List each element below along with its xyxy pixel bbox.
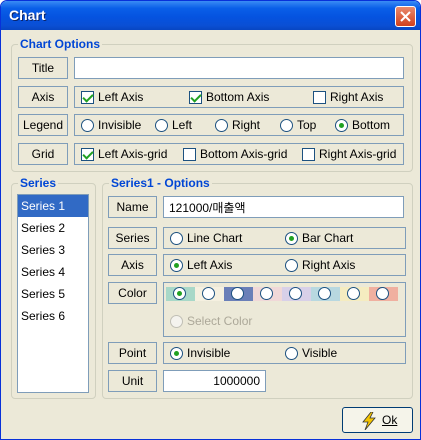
ok-button-label: Ok <box>382 413 398 427</box>
color-label: Color <box>108 282 157 304</box>
series-list-item-5[interactable]: Series 5 <box>18 283 88 305</box>
checkbox-unchecked-icon <box>183 148 196 161</box>
radio-selected-icon <box>170 347 183 360</box>
series-axis-label: Axis <box>108 254 157 276</box>
radio-selected-icon <box>170 259 183 272</box>
title-bar[interactable]: Chart <box>1 1 420 30</box>
point-label: Point <box>108 342 157 364</box>
name-label: Name <box>108 196 157 218</box>
series-name-input[interactable] <box>163 196 404 218</box>
color-swatch-8[interactable] <box>369 287 398 301</box>
radio-icon <box>231 287 244 300</box>
unit-input[interactable] <box>163 370 266 392</box>
radio-icon <box>285 347 298 360</box>
radio-icon <box>280 119 293 132</box>
radio-icon <box>318 287 331 300</box>
radio-icon <box>81 119 94 132</box>
radio-icon <box>215 119 228 132</box>
series-list-item-1[interactable]: Series 1 <box>18 195 88 217</box>
color-swatch-2[interactable] <box>195 287 224 301</box>
series-options-legend: Series1 - Options <box>109 176 212 190</box>
checkbox-checked-icon <box>81 148 94 161</box>
radio-icon <box>289 287 302 300</box>
series-list-item-6[interactable]: Series 6 <box>18 305 88 327</box>
radio-selected-icon <box>173 287 186 300</box>
series-type-label: Series <box>108 227 157 249</box>
series-list-item-3[interactable]: Series 3 <box>18 239 88 261</box>
series-list-item-2[interactable]: Series 2 <box>18 217 88 239</box>
checkbox-checked-icon <box>189 91 202 104</box>
lightning-icon <box>362 412 376 430</box>
color-swatch-3[interactable] <box>224 287 253 301</box>
point-row: Invisible Visible <box>163 342 406 364</box>
close-icon <box>400 11 411 22</box>
ok-button[interactable]: Ok <box>342 407 413 433</box>
radio-icon <box>202 287 215 300</box>
chart-options-legend: Chart Options <box>18 37 102 51</box>
legend-label: Legend <box>18 114 68 136</box>
color-swatch-1[interactable] <box>166 287 195 301</box>
radio-selected-icon <box>335 119 348 132</box>
checkbox-unchecked-icon <box>313 91 326 104</box>
color-swatch-4[interactable] <box>253 287 282 301</box>
color-swatch-5[interactable] <box>282 287 311 301</box>
radio-disabled-icon <box>170 315 183 328</box>
axis-label: Axis <box>18 86 68 108</box>
close-button[interactable] <box>395 6 416 27</box>
color-swatch-7[interactable] <box>340 287 369 301</box>
color-swatch-6[interactable] <box>311 287 340 301</box>
checkbox-unchecked-icon <box>302 148 315 161</box>
checkbox-checked-icon <box>81 91 94 104</box>
series-legend: Series <box>18 176 59 190</box>
axis-row: Left Axis Bottom Axis Right Axis <box>74 86 404 108</box>
radio-icon <box>285 259 298 272</box>
series-axis-row: Left Axis Right Axis <box>163 254 406 276</box>
title-label: Title <box>18 57 68 79</box>
radio-selected-icon <box>285 232 298 245</box>
grid-row: Left Axis-grid Bottom Axis-grid Right Ax… <box>74 143 404 165</box>
radio-icon <box>376 287 389 300</box>
radio-icon <box>155 119 168 132</box>
series-list-item-4[interactable]: Series 4 <box>18 261 88 283</box>
radio-icon <box>260 287 273 300</box>
legend-row: Invisible Left Right Top Bottom <box>74 114 404 136</box>
window-title: Chart <box>9 7 46 23</box>
unit-label: Unit <box>108 370 157 392</box>
series-type-row: Line Chart Bar Chart <box>163 227 406 249</box>
title-input[interactable] <box>74 57 404 79</box>
chart-dialog: Chart Chart Options Title Axis Left Axis… <box>0 0 421 440</box>
color-panel: Select Color <box>163 282 406 337</box>
series-listbox[interactable]: Series 1 Series 2 Series 3 Series 4 Seri… <box>17 194 89 393</box>
radio-icon <box>347 287 360 300</box>
radio-icon <box>170 232 183 245</box>
grid-label: Grid <box>18 143 68 165</box>
